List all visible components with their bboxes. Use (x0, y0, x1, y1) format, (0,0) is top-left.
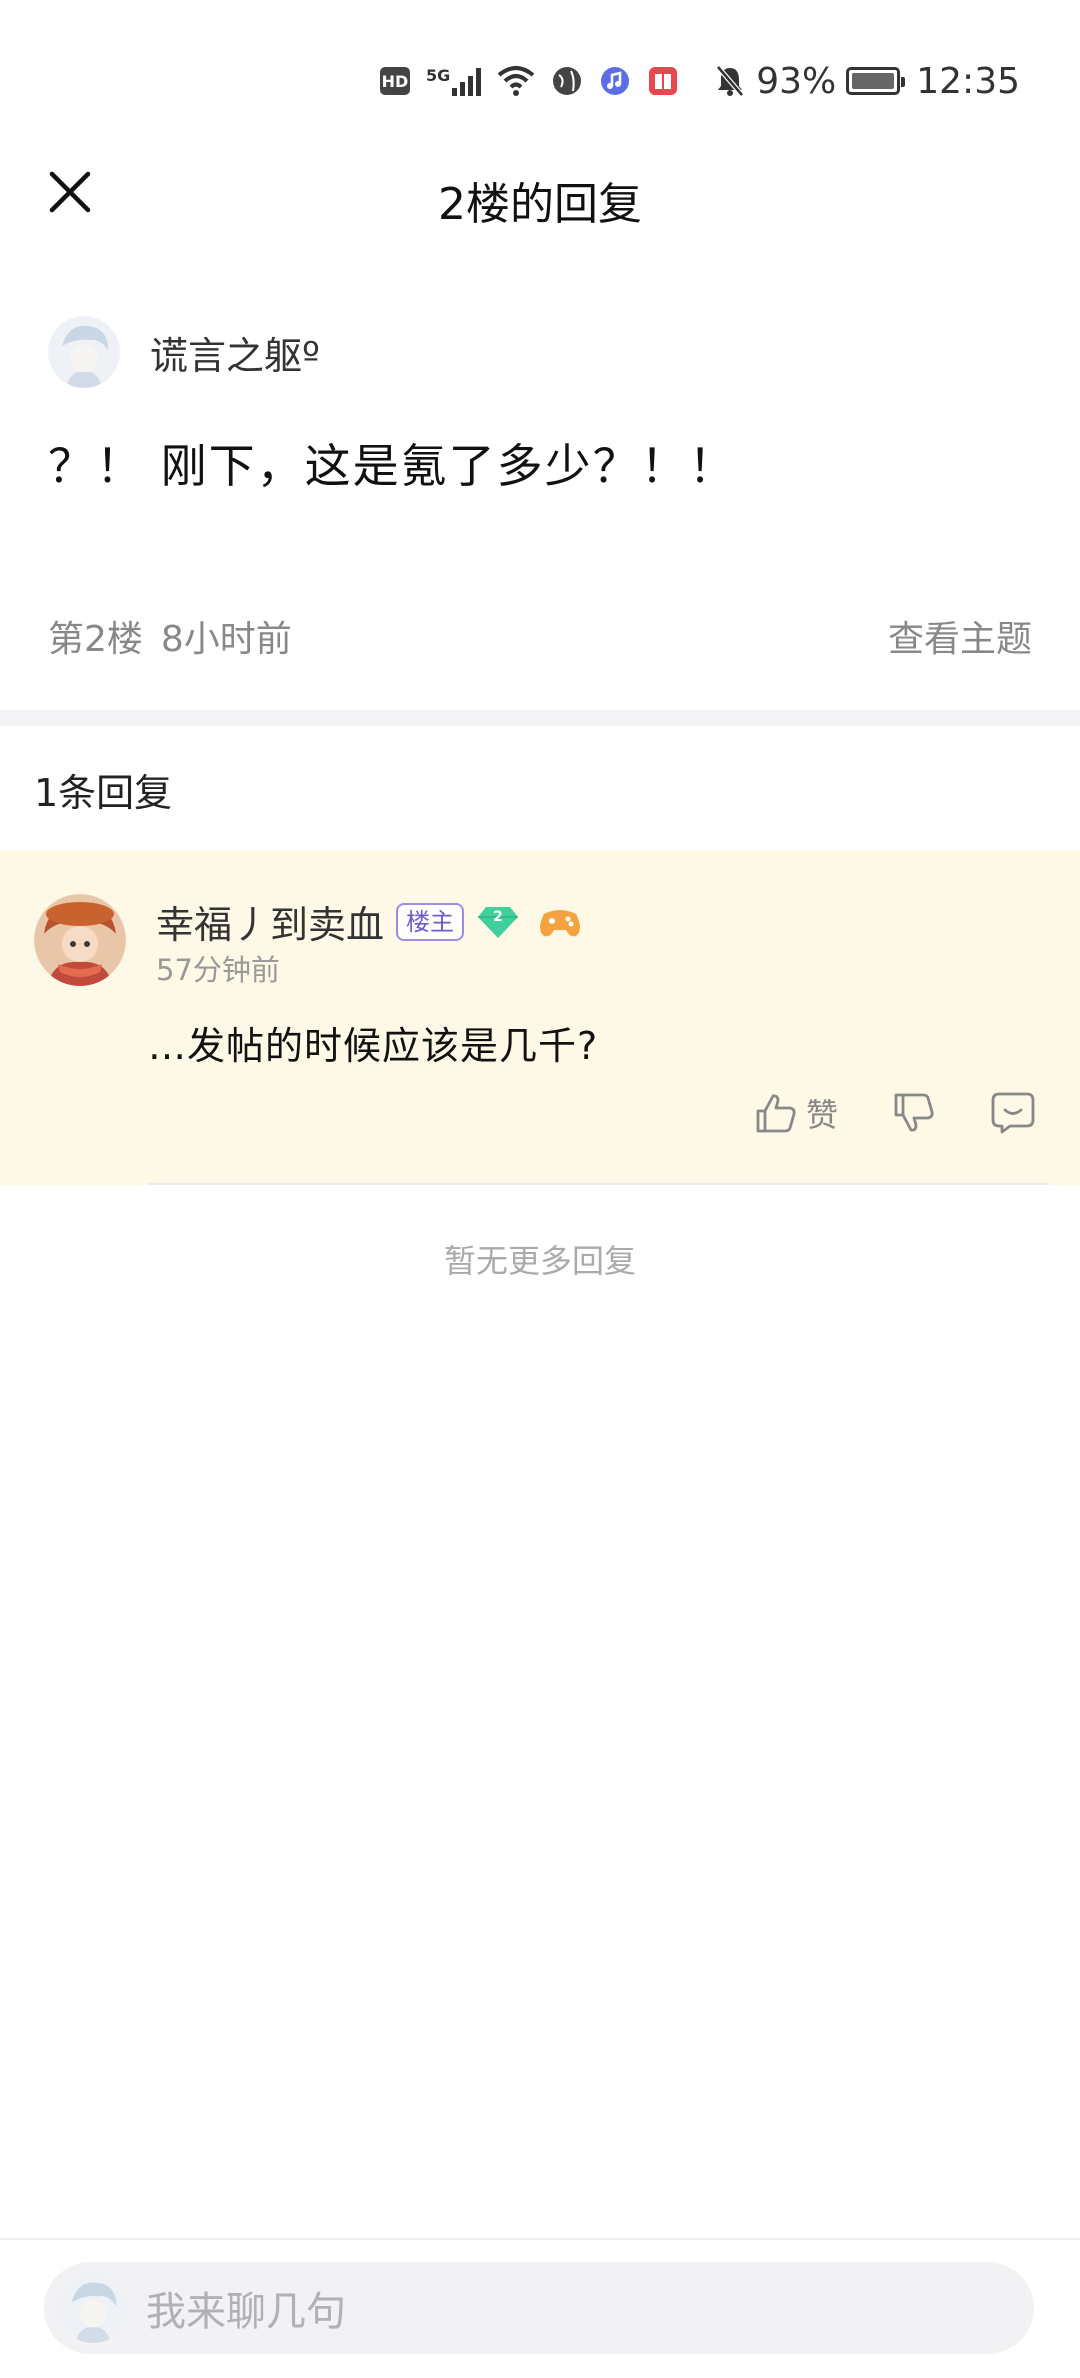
network-type-label: 5G (426, 66, 451, 85)
comment-input[interactable]: 我来聊几句 (44, 2262, 1034, 2354)
section-divider (0, 710, 1080, 726)
level-number: 2 (493, 909, 503, 925)
post-time: 8小时前 (160, 619, 292, 660)
reply-author-avatar[interactable] (34, 894, 126, 986)
wifi-icon (497, 66, 535, 96)
page-title: 2楼的回复 (438, 179, 642, 230)
header: 2楼的回复 (0, 140, 1080, 250)
reply-item[interactable]: 幸福丿到卖血 楼主 2 57分钟前 …发帖的时候应该是几千? 赞 (0, 850, 1080, 1185)
post-author-name[interactable]: 谎言之躯º (150, 325, 320, 380)
reply-count: 1条回复 (34, 771, 173, 815)
thumbs-up-icon (756, 1094, 796, 1133)
view-topic-link[interactable]: 查看主题 (888, 610, 1032, 662)
book-app-icon (649, 67, 678, 95)
post-author-row[interactable]: 谎言之躯º (48, 316, 320, 388)
signal-icon: 5G (426, 66, 482, 96)
level-gem-icon: 2 (478, 906, 519, 938)
reply-comment-button[interactable] (990, 1091, 1036, 1135)
thumbs-down-icon (894, 1093, 934, 1132)
status-bar: HD 5G 93% 12:35 (0, 0, 1080, 160)
reply-name-row: 幸福丿到卖血 楼主 2 (156, 894, 584, 949)
post-meta: 第2楼 8小时前 (48, 610, 292, 662)
owner-badge: 楼主 (396, 902, 465, 941)
reply-content: …发帖的时候应该是几千? (148, 1024, 599, 1068)
reply-actions: 赞 (754, 1090, 1036, 1136)
like-label: 赞 (805, 1096, 838, 1134)
floor-number: 第2楼 (48, 619, 143, 660)
like-button[interactable]: 赞 (754, 1090, 838, 1136)
hd-icon: HD (380, 67, 410, 95)
no-more-replies: 暂无更多回复 (443, 1242, 636, 1280)
battery-percent: 93% (756, 60, 837, 102)
status-icons: HD 5G (380, 58, 679, 104)
dislike-button[interactable] (892, 1091, 936, 1135)
clock: 12:35 (916, 60, 1020, 102)
gamepad-badge-icon (540, 909, 581, 936)
comment-placeholder[interactable]: 我来聊几句 (146, 2279, 346, 2337)
reply-time: 57分钟前 (156, 953, 280, 987)
mute-bell-icon (716, 65, 745, 97)
music-app-icon (601, 67, 630, 95)
post-content: ？！ 刚下，这是氪了多少？！！ (48, 439, 737, 493)
reply-separator (148, 1183, 1048, 1185)
bottom-comment-bar: 我来聊几句 (0, 2238, 1080, 2378)
status-right: 93% 12:35 (714, 58, 1020, 104)
battery-icon (846, 67, 906, 95)
current-user-avatar (58, 2273, 128, 2343)
comment-bubble-icon (991, 1092, 1035, 1134)
post-author-avatar[interactable] (48, 316, 120, 388)
globe-icon (553, 67, 582, 95)
reply-author-name[interactable]: 幸福丿到卖血 (156, 894, 384, 949)
